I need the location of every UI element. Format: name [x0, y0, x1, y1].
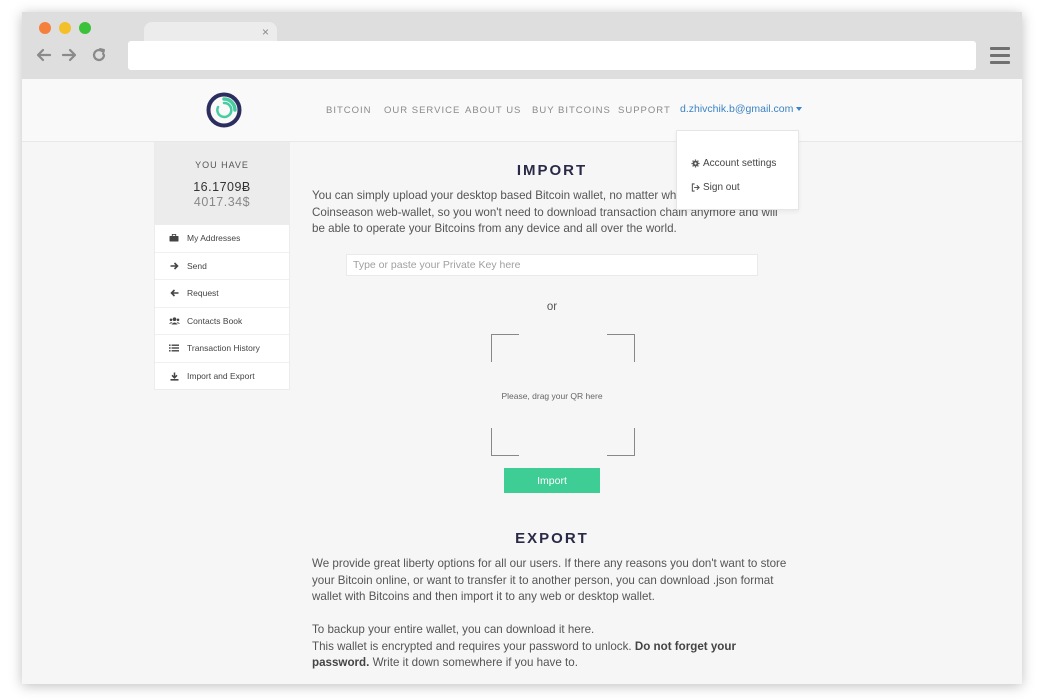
sidebar-item-label: Request: [187, 288, 219, 299]
qr-corner-top-left: [491, 334, 519, 362]
sidebar-item-label: Contacts Book: [187, 315, 243, 326]
qr-drop-text: Please, drag your QR here: [501, 391, 603, 401]
export-encrypted-text: This wallet is encrypted and requires yo…: [312, 639, 635, 653]
sign-out-icon: [691, 183, 700, 192]
site-header: BITCOIN OUR SERVICE ABOUT US BUY BITCOIN…: [22, 79, 1022, 142]
qr-corner-top-right: [607, 334, 635, 362]
nav-our-service[interactable]: OUR SERVICE: [384, 105, 460, 116]
sidebar-item-send[interactable]: Send: [155, 253, 289, 280]
export-backup-text: To backup your entire wallet, you can do…: [312, 623, 595, 636]
maximize-window-button[interactable]: [79, 22, 91, 34]
close-window-button[interactable]: [39, 22, 51, 34]
back-arrow-icon[interactable]: [35, 46, 53, 64]
dropdown-item-label: Account settings: [703, 158, 777, 169]
dropdown-sign-out[interactable]: Sign out: [691, 182, 740, 193]
browser-chrome: ×: [22, 12, 1022, 79]
import-button[interactable]: Import: [504, 468, 600, 493]
caret-down-icon: [796, 107, 803, 112]
dropdown-item-label: Sign out: [703, 182, 740, 193]
forward-arrow-icon[interactable]: [60, 46, 78, 64]
sidebar-item-request[interactable]: Request: [155, 280, 289, 308]
user-menu-toggle[interactable]: d.zhivchik.b@gmail.com: [680, 103, 803, 115]
sidebar-item-transaction-history[interactable]: Transaction History: [155, 335, 289, 363]
nav-about-us[interactable]: ABOUT US: [465, 105, 521, 116]
user-email: d.zhivchik.b@gmail.com: [680, 103, 794, 115]
gear-icon: [691, 159, 700, 168]
balance-usd: 4017.34$: [193, 195, 251, 209]
sidebar-item-label: Send: [187, 260, 207, 271]
coinseason-logo[interactable]: [206, 92, 242, 128]
browser-window: × BITCOIN OUR SERVICE ABOUT US BUY BITCO…: [22, 12, 1022, 684]
reload-icon[interactable]: [90, 46, 108, 64]
balance-btc: 16.1709Ƀ: [193, 180, 251, 194]
export-paragraph-1: We provide great liberty options for all…: [312, 557, 787, 603]
qr-corner-bottom-right: [607, 428, 635, 456]
export-paragraph-2: To backup your entire wallet, you can do…: [312, 622, 792, 672]
tab-close-icon[interactable]: ×: [262, 24, 269, 40]
sidebar-item-label: Transaction History: [187, 343, 260, 354]
arrow-left-icon: [169, 289, 178, 297]
nav-bitcoin[interactable]: BITCOIN: [326, 105, 372, 116]
nav-buy-bitcoins[interactable]: BUY BITCOINS: [532, 105, 611, 116]
export-writedown-text: Write it down somewhere if you have to.: [369, 656, 578, 669]
list-icon: [169, 344, 179, 352]
briefcase-icon: [169, 234, 179, 242]
download-icon: [170, 372, 178, 381]
qr-corner-bottom-left: [491, 428, 519, 456]
or-separator: or: [546, 301, 558, 313]
minimize-window-button[interactable]: [59, 22, 71, 34]
user-dropdown: Account settings Sign out: [676, 130, 799, 210]
hamburger-menu-icon[interactable]: [990, 47, 1010, 65]
users-icon: [168, 317, 180, 325]
sidebar: YOU HAVE 16.1709Ƀ 4017.34$ My Addresses …: [154, 142, 290, 390]
address-bar[interactable]: [128, 41, 976, 70]
sidebar-item-label: Import and Export: [187, 371, 255, 382]
arrow-right-icon: [170, 262, 179, 270]
dropdown-account-settings[interactable]: Account settings: [691, 158, 776, 169]
sidebar-item-label: My Addresses: [187, 233, 241, 244]
nav-support[interactable]: SUPPORT: [618, 105, 671, 116]
sidebar-item-my-addresses[interactable]: My Addresses: [155, 225, 289, 253]
private-key-input[interactable]: [346, 254, 758, 276]
sidebar-item-contacts-book[interactable]: Contacts Book: [155, 308, 289, 335]
balance-label: YOU HAVE: [195, 160, 249, 170]
sidebar-item-import-and-export[interactable]: Import and Export: [155, 363, 289, 391]
balance-panel: YOU HAVE 16.1709Ƀ 4017.34$: [155, 143, 289, 225]
export-heading: EXPORT: [515, 530, 589, 547]
